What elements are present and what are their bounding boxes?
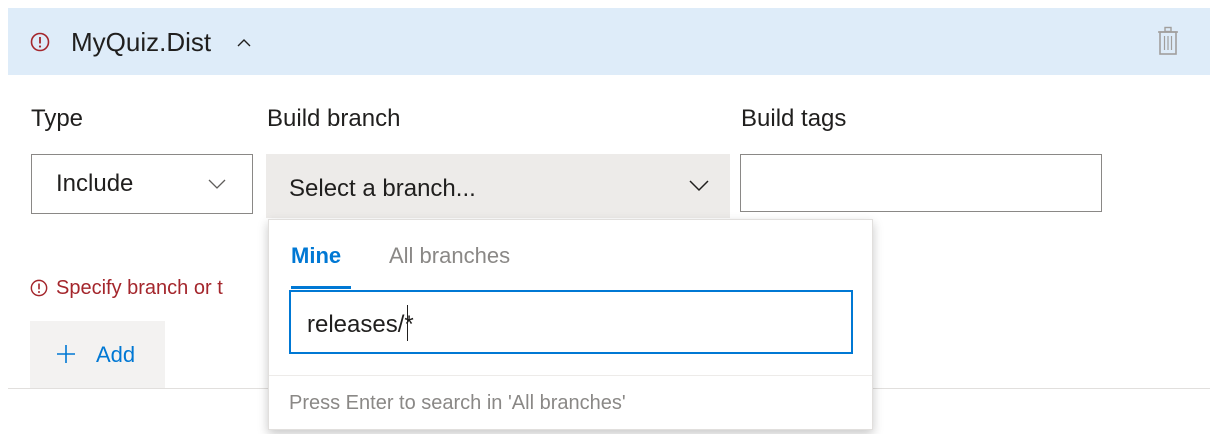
type-dropdown[interactable]: Include <box>31 154 253 214</box>
add-button-label: Add <box>96 342 136 367</box>
chevron-up-icon[interactable] <box>237 38 251 48</box>
type-label: Type <box>31 105 84 132</box>
divider <box>269 375 872 376</box>
active-tab-indicator <box>291 286 351 289</box>
plus-icon <box>57 345 75 363</box>
branch-dropdown-placeholder: Select a branch... <box>289 175 476 202</box>
tab-mine-label: Mine <box>291 243 342 268</box>
chevron-down-icon <box>208 179 226 189</box>
type-dropdown-value: Include <box>56 170 134 197</box>
error-circle-icon <box>30 279 48 297</box>
filter-header[interactable]: MyQuiz.Dist <box>8 8 1210 75</box>
build-tags-input[interactable] <box>740 154 1102 212</box>
branch-picker-callout: Mine All branches releases/* Press Enter… <box>268 219 873 430</box>
add-filter-button[interactable]: Add <box>30 321 165 388</box>
error-circle-icon <box>30 32 50 52</box>
branch-dropdown[interactable]: Select a branch... <box>266 154 730 218</box>
tab-mine[interactable]: Mine <box>291 242 351 289</box>
search-hint: Press Enter to search in 'All branches' <box>289 392 626 414</box>
tab-all-branches-label: All branches <box>389 243 511 268</box>
build-branch-label: Build branch <box>267 105 401 132</box>
branch-search-value: releases/* <box>307 311 414 338</box>
chevron-down-icon <box>689 180 709 192</box>
validation-message: Specify branch or t <box>30 275 272 301</box>
filter-title: MyQuiz.Dist <box>71 27 212 57</box>
text-cursor <box>407 305 408 341</box>
trash-icon[interactable] <box>1156 26 1180 56</box>
branch-search-input[interactable]: releases/* <box>289 290 853 354</box>
tab-all-branches[interactable]: All branches <box>389 242 510 270</box>
build-tags-label: Build tags <box>741 105 847 132</box>
validation-text: Specify branch or t <box>56 277 223 299</box>
